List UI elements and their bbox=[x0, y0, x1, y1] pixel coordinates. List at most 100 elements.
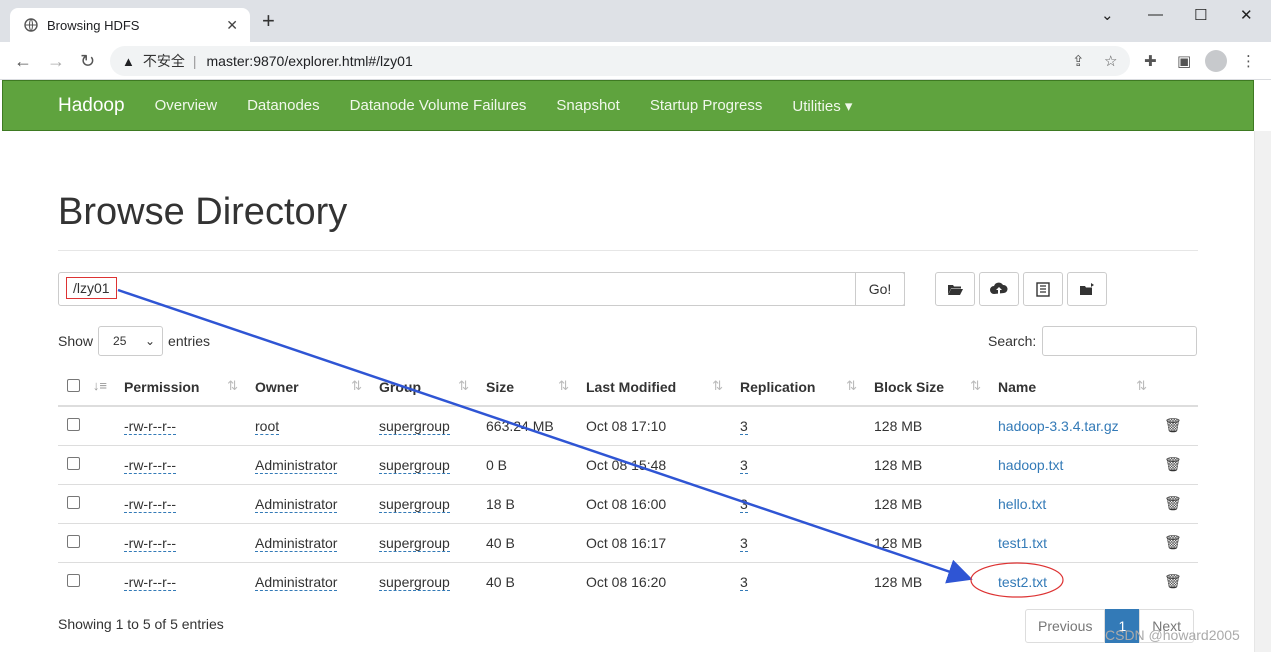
owner-link[interactable]: Administrator bbox=[255, 456, 338, 474]
extensions-icon[interactable]: ✚ bbox=[1144, 52, 1157, 70]
warning-icon[interactable]: ▲ bbox=[122, 54, 135, 69]
nav-startup-progress[interactable]: Startup Progress bbox=[650, 97, 763, 114]
reload-icon[interactable]: ↻ bbox=[80, 51, 95, 72]
select-all-checkbox[interactable] bbox=[67, 378, 80, 392]
row-checkbox[interactable] bbox=[67, 417, 80, 431]
permission-link[interactable]: -rw-r--r-- bbox=[124, 417, 177, 435]
sort-asc-icon[interactable]: ↓≡ bbox=[93, 378, 107, 393]
directory-input[interactable]: /lzy01 bbox=[58, 272, 905, 306]
sort-icon[interactable]: ⇅ bbox=[846, 378, 857, 394]
modified-cell: Oct 08 16:00 bbox=[577, 483, 731, 523]
move-button[interactable] bbox=[1067, 272, 1107, 306]
file-name-link[interactable]: hello.txt bbox=[998, 496, 1046, 512]
maximize-button[interactable]: ☐ bbox=[1194, 6, 1207, 24]
share-icon[interactable]: ⇪ bbox=[1072, 52, 1085, 70]
file-name-link[interactable]: hadoop-3.3.4.tar.gz bbox=[998, 418, 1119, 434]
sort-icon[interactable]: ⇅ bbox=[351, 378, 362, 394]
column-header[interactable]: Group ⇅ bbox=[370, 368, 477, 407]
new-tab-button[interactable]: + bbox=[262, 10, 275, 32]
replication-link[interactable]: 3 bbox=[740, 573, 748, 591]
owner-link[interactable]: Administrator bbox=[255, 573, 338, 591]
browser-tab[interactable]: Browsing HDFS ✕ bbox=[10, 8, 250, 42]
owner-link[interactable]: Administrator bbox=[255, 495, 338, 513]
group-link[interactable]: supergroup bbox=[379, 417, 450, 435]
tab-close-icon[interactable]: ✕ bbox=[226, 17, 238, 34]
row-checkbox[interactable] bbox=[67, 495, 80, 509]
trash-icon[interactable]: 🗑 bbox=[1164, 573, 1182, 589]
group-link[interactable]: supergroup bbox=[379, 495, 450, 513]
file-name-link[interactable]: test2.txt bbox=[998, 574, 1047, 590]
row-select-cell[interactable] bbox=[58, 444, 115, 484]
file-name-link[interactable]: hadoop.txt bbox=[998, 457, 1063, 473]
replication-link[interactable]: 3 bbox=[740, 495, 748, 513]
row-select-cell[interactable] bbox=[58, 483, 115, 523]
menu-icon[interactable]: ⋮ bbox=[1241, 52, 1256, 70]
group-link[interactable]: supergroup bbox=[379, 573, 450, 591]
permission-link[interactable]: -rw-r--r-- bbox=[124, 534, 177, 552]
insecure-label[interactable]: 不安全 bbox=[143, 51, 185, 71]
row-checkbox[interactable] bbox=[67, 534, 80, 548]
sort-icon[interactable]: ⇅ bbox=[970, 378, 981, 394]
permission-link[interactable]: -rw-r--r-- bbox=[124, 495, 177, 513]
row-checkbox[interactable] bbox=[67, 456, 80, 470]
select-all-header[interactable]: ↓≡ bbox=[58, 368, 115, 407]
go-button[interactable]: Go! bbox=[855, 272, 905, 306]
upload-button[interactable] bbox=[979, 272, 1019, 306]
row-select-cell[interactable] bbox=[58, 405, 115, 445]
trash-icon[interactable]: 🗑 bbox=[1164, 456, 1182, 472]
back-arrow-icon[interactable]: ← bbox=[14, 51, 32, 72]
url-input[interactable]: ▲ 不安全 | master:9870/explorer.html#/lzy01 bbox=[110, 46, 1130, 76]
permission-link[interactable]: -rw-r--r-- bbox=[124, 573, 177, 591]
trash-icon[interactable]: 🗑 bbox=[1164, 417, 1182, 433]
trash-icon[interactable]: 🗑 bbox=[1164, 534, 1182, 550]
sidepanel-icon[interactable]: ▣ bbox=[1177, 52, 1191, 70]
column-header[interactable]: Permission ⇅ bbox=[115, 368, 246, 407]
cut-paste-button[interactable] bbox=[1023, 272, 1063, 306]
replication-link[interactable]: 3 bbox=[740, 534, 748, 552]
page-scrollbar[interactable] bbox=[1254, 131, 1271, 652]
nav-datanodes[interactable]: Datanodes bbox=[247, 97, 320, 114]
column-header[interactable]: Replication ⇅ bbox=[731, 368, 865, 407]
owner-link[interactable]: Administrator bbox=[255, 534, 338, 552]
search-input[interactable] bbox=[1042, 326, 1198, 356]
page-size-select[interactable]: 25 ⌄ bbox=[98, 326, 164, 356]
url-text[interactable]: master:9870/explorer.html#/lzy01 bbox=[207, 53, 413, 69]
sort-icon[interactable]: ⇅ bbox=[227, 378, 238, 394]
column-header[interactable]: Name ⇅ bbox=[989, 368, 1155, 407]
nav-utilities-dropdown[interactable]: Utilities ▾ bbox=[792, 97, 852, 115]
trash-icon[interactable]: 🗑 bbox=[1164, 495, 1182, 511]
minimize-button[interactable]: — bbox=[1148, 6, 1163, 23]
directory-value[interactable]: /lzy01 bbox=[66, 277, 117, 299]
sort-icon[interactable]: ⇅ bbox=[712, 378, 723, 394]
file-name-link[interactable]: test1.txt bbox=[998, 535, 1047, 551]
tab-search-icon[interactable]: ⌄ bbox=[1101, 6, 1114, 24]
sort-icon[interactable]: ⇅ bbox=[458, 378, 469, 394]
sort-icon[interactable]: ⇅ bbox=[1136, 378, 1147, 394]
replication-link[interactable]: 3 bbox=[740, 417, 748, 435]
replication-link[interactable]: 3 bbox=[740, 456, 748, 474]
nav-snapshot[interactable]: Snapshot bbox=[556, 97, 619, 114]
nav-volume-failures[interactable]: Datanode Volume Failures bbox=[350, 97, 527, 114]
row-select-cell[interactable] bbox=[58, 522, 115, 562]
owner-link[interactable]: root bbox=[255, 417, 280, 435]
sort-icon[interactable]: ⇅ bbox=[558, 378, 569, 394]
group-link[interactable]: supergroup bbox=[379, 534, 450, 552]
create-directory-button[interactable] bbox=[935, 272, 975, 306]
divider bbox=[58, 250, 1198, 251]
column-header[interactable]: Block Size ⇅ bbox=[865, 368, 989, 407]
group-link[interactable]: supergroup bbox=[379, 456, 450, 474]
profile-avatar[interactable] bbox=[1205, 50, 1227, 72]
permission-link[interactable]: -rw-r--r-- bbox=[124, 456, 177, 474]
column-header[interactable]: Last Modified ⇅ bbox=[577, 368, 731, 407]
row-select-cell[interactable] bbox=[58, 561, 115, 601]
column-header[interactable]: Size ⇅ bbox=[477, 368, 577, 407]
column-header[interactable]: Owner ⇅ bbox=[246, 368, 370, 407]
page-size-value[interactable]: 25 bbox=[113, 334, 126, 348]
bookmark-star-icon[interactable]: ☆ bbox=[1104, 52, 1117, 70]
nav-overview[interactable]: Overview bbox=[155, 97, 218, 114]
row-checkbox[interactable] bbox=[67, 573, 80, 587]
previous-page-button[interactable]: Previous bbox=[1025, 609, 1106, 643]
forward-arrow-icon[interactable]: → bbox=[47, 51, 65, 72]
brand-link[interactable]: Hadoop bbox=[58, 95, 125, 117]
close-window-button[interactable]: ✕ bbox=[1240, 6, 1253, 24]
